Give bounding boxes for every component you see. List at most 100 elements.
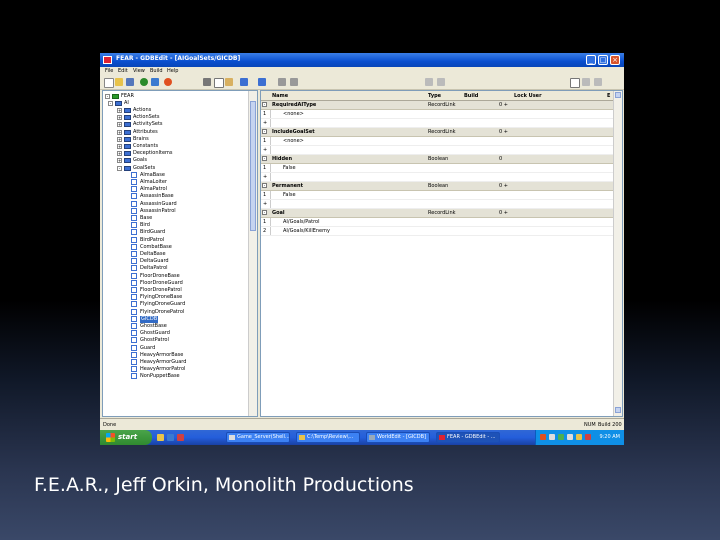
col-build[interactable]: Build	[464, 93, 478, 99]
collapse-icon[interactable]: -	[117, 165, 122, 171]
menu-help[interactable]: Help	[167, 68, 178, 74]
add-value-icon[interactable]: +	[263, 119, 267, 127]
find-icon[interactable]	[278, 78, 286, 86]
filter-icon[interactable]	[437, 78, 445, 86]
value-row[interactable]: 1 False	[261, 164, 616, 173]
property-value[interactable]: AI/Goals/KillEnemy	[283, 227, 330, 235]
tray-icon[interactable]	[567, 434, 573, 440]
value-row-empty[interactable]: +	[261, 146, 616, 155]
collapse-icon[interactable]: -	[262, 210, 267, 215]
quicklaunch-browser-icon[interactable]	[167, 434, 174, 441]
value-row-empty[interactable]: +	[261, 173, 616, 182]
run-icon[interactable]	[140, 78, 148, 86]
menu-view[interactable]: View	[133, 68, 145, 74]
grid-scrollbar[interactable]	[613, 91, 622, 416]
expand-icon[interactable]: +	[117, 158, 122, 164]
new-icon[interactable]	[104, 78, 114, 88]
find-next-icon[interactable]	[290, 78, 298, 86]
expand-icon[interactable]: +	[117, 129, 122, 135]
tray-icon[interactable]	[549, 434, 555, 440]
folder-icon	[124, 158, 131, 164]
tray-icon[interactable]	[558, 434, 564, 440]
task-explorer[interactable]: C:\Temp\Review\...	[296, 432, 360, 443]
quicklaunch-app-icon[interactable]	[177, 434, 184, 441]
undo-icon[interactable]	[240, 78, 248, 86]
add-value-icon[interactable]: +	[263, 173, 267, 181]
quicklaunch-folder-icon[interactable]	[157, 434, 164, 441]
minimize-button[interactable]: _	[586, 55, 596, 65]
refresh-icon[interactable]	[151, 78, 159, 86]
add-value-icon[interactable]: +	[263, 200, 267, 208]
col-type[interactable]: Type	[428, 93, 441, 99]
value-row-empty[interactable]: +	[261, 119, 616, 128]
property-lock: 0	[499, 156, 503, 162]
menu-file[interactable]: File	[105, 68, 113, 74]
property-row[interactable]: - Permanent Boolean 0 +	[261, 182, 616, 191]
value-row[interactable]: 2 AI/Goals/KillEnemy	[261, 227, 616, 236]
cut-icon[interactable]	[203, 78, 211, 86]
record-tree[interactable]: - FEAR - AI + Actions + ActionSets + Activity…	[102, 90, 258, 417]
properties-icon[interactable]	[425, 78, 433, 86]
expand-icon[interactable]: +	[117, 144, 122, 149]
property-value[interactable]: False	[283, 164, 296, 172]
task-worldedit[interactable]: WorldEdit - [GICDB]	[366, 432, 430, 443]
divider	[270, 137, 271, 145]
value-row[interactable]: 1 AI/Goals/Patrol	[261, 218, 616, 227]
property-value[interactable]: <none>	[283, 137, 304, 145]
tray-icon[interactable]	[540, 434, 546, 440]
expand-icon[interactable]: +	[117, 108, 122, 113]
col-e[interactable]: E	[607, 93, 610, 99]
value-row[interactable]: 1 False	[261, 191, 616, 200]
close-button[interactable]: ×	[610, 55, 620, 65]
menu-edit[interactable]: Edit	[118, 68, 128, 74]
value-row[interactable]: 1 <none>	[261, 110, 616, 119]
stop-icon[interactable]	[164, 78, 172, 86]
scroll-down-icon[interactable]	[615, 407, 621, 413]
property-value[interactable]: AI/Goals/Patrol	[283, 218, 319, 226]
property-value[interactable]: <none>	[283, 110, 304, 118]
clock[interactable]: 9:20 AM	[599, 434, 620, 440]
collapse-icon[interactable]: -	[262, 156, 267, 161]
property-row[interactable]: - Goal RecordLink 0 +	[261, 209, 616, 218]
collapse-icon[interactable]: -	[262, 183, 267, 188]
view-icon[interactable]	[570, 78, 580, 88]
collapse-icon[interactable]: -	[262, 129, 267, 134]
property-grid[interactable]: Name Type Build Lock User E - RequiredAIT…	[260, 90, 623, 417]
value-row-empty[interactable]: +	[261, 200, 616, 209]
list-icon[interactable]	[582, 78, 590, 86]
tree-scroll-thumb[interactable]	[250, 101, 256, 231]
property-row[interactable]: - RequiredAIType RecordLink 0 +	[261, 101, 616, 110]
tray-icon[interactable]	[576, 434, 582, 440]
property-row[interactable]: - Hidden Boolean 0	[261, 155, 616, 164]
save-icon[interactable]	[126, 78, 134, 86]
add-value-icon[interactable]: +	[263, 146, 267, 154]
expand-icon[interactable]: +	[117, 122, 122, 128]
expand-icon[interactable]: +	[117, 115, 122, 121]
tree-label: FEAR	[121, 93, 134, 99]
redo-icon[interactable]	[258, 78, 266, 86]
open-icon[interactable]	[115, 78, 123, 86]
collapse-icon[interactable]: -	[108, 101, 113, 106]
grid-icon[interactable]	[594, 78, 602, 86]
property-value[interactable]: False	[283, 191, 296, 199]
menu-build[interactable]: Build	[150, 68, 163, 74]
tray-icon[interactable]	[585, 434, 591, 440]
task-game-server[interactable]: Game_Server(Shell...	[226, 432, 290, 443]
paste-icon[interactable]	[225, 78, 233, 86]
value-row[interactable]: 1 <none>	[261, 137, 616, 146]
gdbedit-icon	[439, 435, 445, 440]
property-row[interactable]: - IncludeGoalSet RecordLink 0 +	[261, 128, 616, 137]
scroll-up-icon[interactable]	[615, 92, 621, 98]
collapse-icon[interactable]: -	[262, 102, 267, 107]
col-name[interactable]: Name	[272, 93, 288, 99]
expand-icon[interactable]: +	[117, 151, 122, 157]
tree-scrollbar[interactable]	[248, 91, 257, 416]
expand-icon[interactable]: +	[117, 136, 122, 142]
collapse-icon[interactable]: -	[105, 94, 110, 99]
task-gdbedit[interactable]: FEAR - GDBEdit - ...	[436, 432, 500, 443]
copy-icon[interactable]	[214, 78, 224, 88]
maximize-button[interactable]: □	[598, 55, 608, 65]
start-button[interactable]: start	[100, 430, 152, 445]
col-lock-user[interactable]: Lock User	[514, 93, 542, 99]
record-icon	[131, 193, 137, 200]
